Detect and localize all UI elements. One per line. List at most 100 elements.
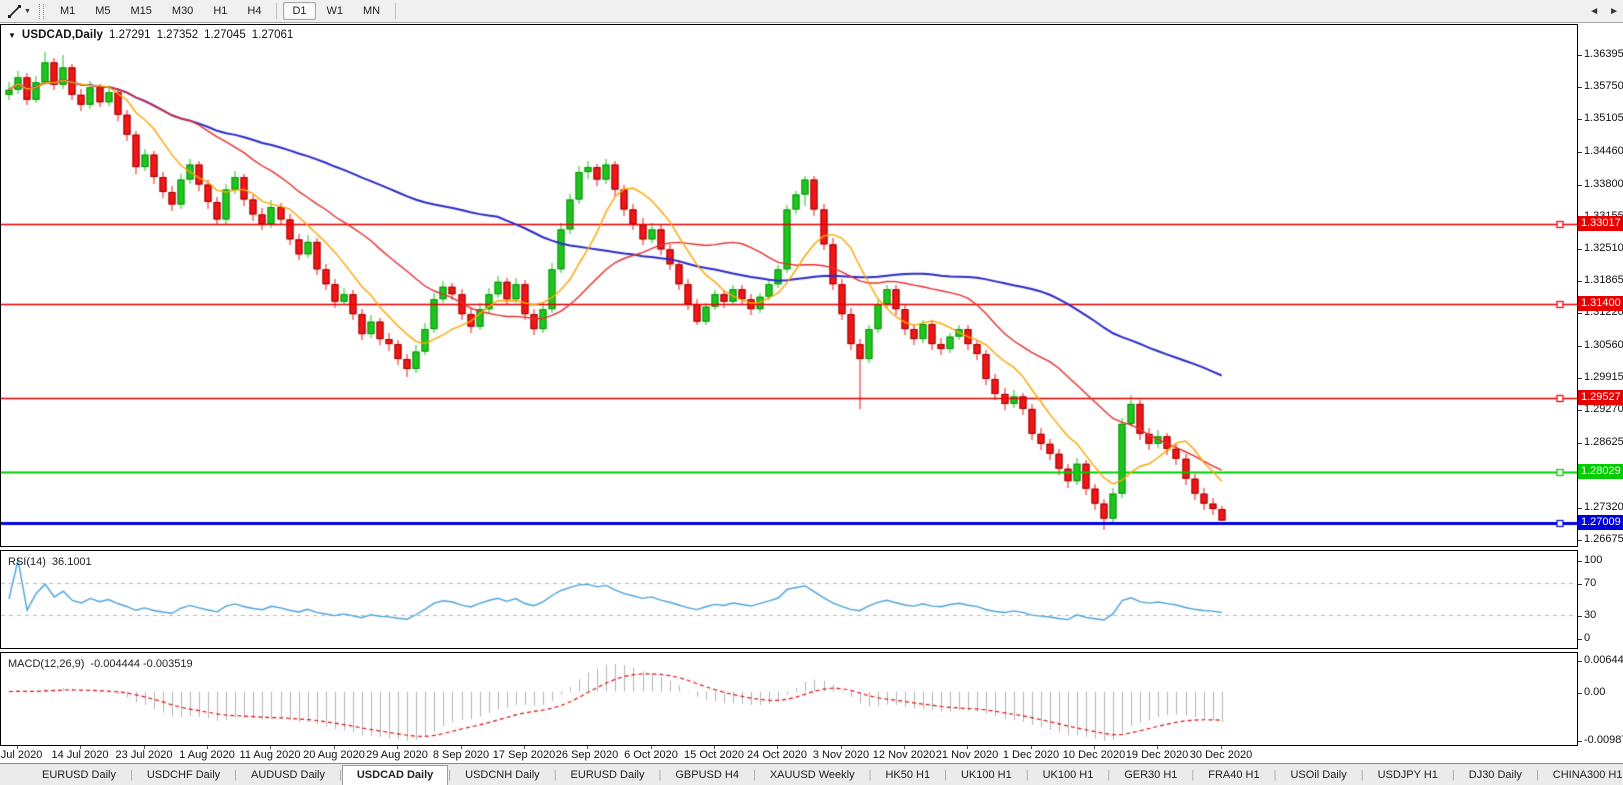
time-axis[interactable]: 4 Jul 202014 Jul 202023 Jul 20201 Aug 20… [0, 746, 1578, 763]
timeframe-button-m15[interactable]: M15 [122, 2, 161, 20]
price-tick-label: 1.32510 [1584, 242, 1623, 254]
date-label: 15 Oct 2020 [684, 749, 744, 761]
chart-tab-usoil-daily[interactable]: USOil Daily [1276, 766, 1360, 785]
timeframe-toolbar: ▼ M1M5M15M30H1H4 D1W1MN [0, 0, 1623, 23]
timeframe-button-mn[interactable]: MN [354, 2, 389, 20]
macd-tick-label: 0.006444 [1584, 654, 1623, 666]
price-tick-label: 1.29270 [1584, 403, 1623, 415]
rsi-tick-label: 0 [1584, 632, 1590, 644]
date-label: 12 Nov 2020 [873, 749, 935, 761]
chart-tab-gbpusd-h4[interactable]: GBPUSD H4 [661, 766, 753, 785]
chart-tab-bar: EURUSD Daily|USDCHF Daily|AUDUSD Daily|U… [0, 763, 1623, 785]
close-value: 1.27061 [252, 29, 294, 41]
trendline-icon [7, 4, 22, 19]
macd-canvas[interactable] [1, 653, 1577, 745]
chart-tab-uk100-h1[interactable]: UK100 H1 [947, 766, 1026, 785]
date-label: 19 Dec 2020 [1126, 749, 1188, 761]
rsi-axis[interactable]: 100 70 30 0 [1578, 550, 1623, 649]
chart-header: ▼ USDCAD,Daily 1.27291 1.27352 1.27045 1… [8, 29, 293, 41]
rsi-canvas[interactable] [1, 551, 1577, 648]
price-tick-label: 1.29915 [1584, 371, 1623, 383]
date-label: 10 Dec 2020 [1063, 749, 1125, 761]
date-label: 1 Dec 2020 [1003, 749, 1059, 761]
macd-values: -0.004444 -0.003519 [90, 658, 192, 670]
low-value: 1.27045 [204, 29, 246, 41]
chart-tab-eurusd-daily[interactable]: EURUSD Daily [28, 766, 130, 785]
toolbar-separator [276, 3, 277, 19]
toolbar-grip[interactable] [39, 4, 44, 19]
rsi-tick-label: 100 [1584, 554, 1602, 566]
rsi-tick-label: 30 [1584, 609, 1596, 621]
timeframe-button-m1[interactable]: M1 [51, 2, 84, 20]
price-tick-label: 1.34460 [1584, 145, 1623, 157]
chart-tab-usdjpy-h1[interactable]: USDJPY H1 [1364, 766, 1452, 785]
price-chart-panel: ▼ USDCAD,Daily 1.27291 1.27352 1.27045 1… [0, 24, 1578, 547]
price-tick-label: 1.28625 [1584, 436, 1623, 448]
macd-panel: MACD(12,26,9) -0.004444 -0.003519 [0, 652, 1578, 746]
date-label: 6 Oct 2020 [624, 749, 678, 761]
price-level-badge: 1.31400 [1578, 296, 1623, 311]
price-tick-label: 1.36395 [1584, 48, 1623, 60]
chart-tab-fra40-h1[interactable]: FRA40 H1 [1194, 766, 1273, 785]
chart-tab-xauusd-weekly[interactable]: XAUUSD Weekly [756, 766, 869, 785]
timeframe-button-d1[interactable]: D1 [283, 2, 315, 20]
rsi-name: RSI(14) [8, 556, 46, 568]
date-label: 1 Aug 2020 [179, 749, 235, 761]
timeframe-button-w1[interactable]: W1 [318, 2, 353, 20]
date-label: 4 Jul 2020 [0, 749, 42, 761]
date-label: 17 Sep 2020 [493, 749, 555, 761]
date-label: 26 Sep 2020 [556, 749, 618, 761]
timeframe-button-m30[interactable]: M30 [163, 2, 202, 20]
chart-tab-dj30-daily[interactable]: DJ30 Daily [1455, 766, 1536, 785]
price-tick-label: 1.31865 [1584, 274, 1623, 286]
date-label: 3 Nov 2020 [813, 749, 869, 761]
timeframe-button-m5[interactable]: M5 [86, 2, 119, 20]
line-tool-button[interactable]: ▼ [3, 2, 35, 21]
price-level-badge: 1.28029 [1578, 464, 1623, 479]
chart-tab-usdcnh-daily[interactable]: USDCNH Daily [451, 766, 554, 785]
trading-platform-window: ▼ M1M5M15M30H1H4 D1W1MN ▼ USDCAD,Daily 1.… [0, 0, 1623, 785]
price-tick-label: 1.30560 [1584, 339, 1623, 351]
chart-tab-audusd-daily[interactable]: AUDUSD Daily [237, 766, 339, 785]
dropdown-caret-icon: ▼ [24, 8, 31, 15]
symbol-dropdown-icon[interactable]: ▼ [8, 31, 16, 40]
chart-tab-hk50-h1[interactable]: HK50 H1 [871, 766, 944, 785]
date-label: 8 Sep 2020 [433, 749, 489, 761]
tab-scroll-arrows: ◄ ► [1587, 4, 1621, 19]
toolbar-separator [395, 3, 396, 19]
chart-tab-ger30-h1[interactable]: GER30 H1 [1110, 766, 1191, 785]
price-tick-label: 1.35750 [1584, 80, 1623, 92]
chart-tab-china300-h1[interactable]: CHINA300 H1 [1539, 766, 1623, 785]
price-axis[interactable]: 1.363951.357501.351051.344601.338001.331… [1578, 24, 1623, 547]
price-level-badge: 1.27009 [1578, 515, 1623, 530]
rsi-tick-label: 70 [1584, 577, 1596, 589]
tab-scroll-left-icon[interactable]: ◄ [1587, 4, 1601, 19]
chart-tab-usdcad-daily[interactable]: USDCAD Daily [342, 765, 448, 785]
symbol-timeframe-label: USDCAD,Daily [22, 29, 103, 41]
price-tick-label: 1.26675 [1584, 533, 1623, 545]
rsi-value: 36.1001 [52, 556, 92, 568]
date-label: 30 Dec 2020 [1190, 749, 1252, 761]
price-chart-canvas[interactable] [1, 25, 1577, 546]
price-tick-label: 1.27320 [1584, 501, 1623, 513]
macd-axis[interactable]: 0.006444 0.00 -0.009871 [1578, 652, 1623, 746]
high-value: 1.27352 [157, 29, 199, 41]
chart-tab-eurusd-daily[interactable]: EURUSD Daily [557, 766, 659, 785]
chart-tab-usdchf-daily[interactable]: USDCHF Daily [133, 766, 234, 785]
price-tick-label: 1.33800 [1584, 178, 1623, 190]
open-value: 1.27291 [109, 29, 151, 41]
rsi-label: RSI(14) 36.1001 [8, 556, 92, 568]
price-level-badge: 1.29527 [1578, 390, 1623, 405]
date-label: 24 Oct 2020 [747, 749, 807, 761]
tab-scroll-right-icon[interactable]: ► [1607, 4, 1621, 19]
timeframe-buttons: M1M5M15M30H1H4 D1W1MN [50, 2, 401, 20]
macd-tick-label: 0.00 [1584, 686, 1605, 698]
timeframe-button-h4[interactable]: H4 [238, 2, 270, 20]
date-label: 11 Aug 2020 [240, 749, 301, 761]
macd-label: MACD(12,26,9) -0.004444 -0.003519 [8, 658, 193, 670]
date-label: 14 Jul 2020 [52, 749, 109, 761]
rsi-panel: RSI(14) 36.1001 [0, 550, 1578, 649]
chart-tab-uk100-h1[interactable]: UK100 H1 [1029, 766, 1108, 785]
macd-tick-label: -0.009871 [1584, 734, 1623, 746]
timeframe-button-h1[interactable]: H1 [204, 2, 236, 20]
